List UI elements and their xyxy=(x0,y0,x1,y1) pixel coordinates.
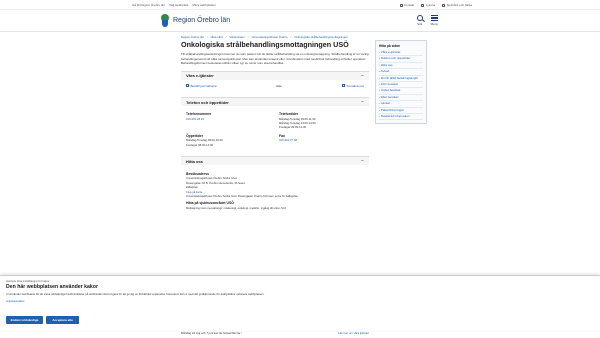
breadcrumb-separator: / xyxy=(206,35,208,39)
show-on-map-link[interactable]: Visa på karta xyxy=(186,190,202,194)
main-content: Onkologiska strålbehandlingsmottagningen… xyxy=(181,40,369,215)
breadcrumb-item[interactable]: Region Örebro län xyxy=(181,35,204,39)
eservices-section: Våra e-tjänster − Beställ journalkopia E… xyxy=(181,70,369,93)
phone-title: Telefon och öppettider xyxy=(186,99,229,105)
necessary-only-button[interactable]: Endast nödvändiga xyxy=(6,316,43,324)
visit-address-line: källarplan xyxy=(186,185,198,190)
collapse-icon: − xyxy=(361,99,364,106)
toc-title: Hitta på sidan xyxy=(379,44,400,48)
find-us-toggle[interactable]: Hitta oss − xyxy=(181,156,369,165)
page-intro: Till strålbehandlingsavdelningen kommer … xyxy=(181,52,369,66)
find-us-body: Besöksadress Universitetssjukhuset Örebr… xyxy=(181,165,369,215)
breadcrumb-item[interactable]: Hitta vård xyxy=(211,35,223,39)
toc-list: › Våra e-tjänster › Telefon och öppettid… xyxy=(379,50,423,121)
find-us-title: Hitta oss xyxy=(186,158,203,164)
header-actions: Sök Meny xyxy=(416,15,438,26)
phone-number-link[interactable]: 019-602 28 22 xyxy=(186,117,204,121)
below-banner-content: Måndag 22 maj och 7 juni kan du fortsatt… xyxy=(181,331,369,335)
utility-link[interactable]: Mina webbplatser xyxy=(192,3,216,7)
eservices-toggle[interactable]: Våra e-tjänster − xyxy=(181,70,369,80)
utility-link[interactable]: Välj webbplats xyxy=(169,3,188,7)
search-label: Sök xyxy=(417,22,423,26)
cookie-settings-heading: Hantera dina inställningar för kakor xyxy=(6,279,50,283)
phone-toggle[interactable]: Telefon och öppettider − xyxy=(181,97,369,106)
toc-item[interactable]: › Relaterad information xyxy=(379,114,423,121)
external-link-icon xyxy=(442,3,446,7)
notice-text: Måndag 22 maj och 7 juni kan du fortsatt… xyxy=(181,331,242,335)
menu-label: Meny xyxy=(430,22,438,26)
crest-icon xyxy=(160,14,170,27)
collapse-icon: − xyxy=(361,158,364,165)
phone-time: Fredagar 09:00-12:00 xyxy=(279,125,307,130)
breadcrumb-item[interactable]: Universitetssjukhuset Örebro xyxy=(252,35,288,39)
contact-us-link[interactable]: Kontakta oss xyxy=(342,84,364,88)
utility-left-links: Gå till Region Örebro län Välj webbplats… xyxy=(132,3,216,7)
or-text: Eller xyxy=(276,83,283,88)
site-header: Region Örebro län Sök Meny xyxy=(0,10,600,32)
eservices-body: Beställ journalkopia Eller Kontakta oss xyxy=(181,79,369,93)
contact-icon xyxy=(399,3,403,7)
visit-address-line: Universitetssjukhuset Örebro Södra Gren … xyxy=(186,194,298,199)
collapse-icon: − xyxy=(361,72,364,79)
breadcrumb-separator: / xyxy=(290,35,292,39)
fax-number-link[interactable]: 019-602 27 08 xyxy=(279,138,297,142)
cookie-text: Vi använder webbkakor för att vissa nödv… xyxy=(6,292,265,296)
menu-button[interactable]: Meny xyxy=(431,15,438,26)
search-button[interactable]: Sök xyxy=(416,15,423,26)
hamburger-icon xyxy=(430,15,438,21)
read-more-link[interactable]: Läs mer om våra tjänster xyxy=(338,331,369,335)
page-toc: Hitta på sidan › Våra e-tjänster › Telef… xyxy=(375,40,427,125)
order-records-link[interactable]: Beställ journalkopia xyxy=(186,84,217,88)
hospital-area-text: Mottagning inom neonatologi, nukleologi,… xyxy=(186,205,287,210)
phone-section: Telefon och öppettider − Telefonnummer 0… xyxy=(181,97,369,152)
search-icon xyxy=(416,15,423,21)
breadcrumb-separator: / xyxy=(247,35,249,39)
customize-cookies-link[interactable]: Anpassa kakor xyxy=(6,299,25,303)
accept-all-button[interactable]: Acceptera alla xyxy=(46,316,79,324)
cookie-title: Den här webbplatsen använder kakor xyxy=(6,284,98,290)
page-title: Onkologiska strålbehandlingsmottagningen… xyxy=(181,40,349,49)
eservices-title: Våra e-tjänster xyxy=(186,73,214,79)
contact-link[interactable]: Kontakt xyxy=(399,3,414,7)
utility-right-links: Kontakt Lyssna Sjukvård och hälsa xyxy=(399,3,472,7)
site-logo[interactable]: Region Örebro län xyxy=(160,14,230,27)
opening-hours: Fredagar 08:00-14:00 xyxy=(186,142,214,147)
speaker-icon xyxy=(421,3,425,7)
health-link[interactable]: Sjukvård och hälsa xyxy=(442,3,472,7)
breadcrumb: Region Örebro län / Hitta vård / Vårdenhet… xyxy=(181,35,348,39)
external-link-icon xyxy=(342,84,346,88)
logo-text: Region Örebro län xyxy=(173,17,231,24)
phone-body: Telefonnummer 019-602 28 22 Telefontider… xyxy=(181,106,369,152)
listen-link[interactable]: Lyssna xyxy=(421,3,435,7)
cookie-banner: Hantera dina inställningar för kakor Den… xyxy=(0,275,600,331)
utility-bar: Gå till Region Örebro län Välj webbplats… xyxy=(0,0,600,10)
breadcrumb-separator: / xyxy=(225,35,227,39)
breadcrumb-item[interactable]: Onkologiska strålbehandlingsmottagningen xyxy=(294,35,348,39)
external-link-icon xyxy=(186,84,189,88)
breadcrumb-item[interactable]: Vårdenheter xyxy=(229,35,244,39)
utility-link[interactable]: Gå till Region Örebro län xyxy=(132,3,165,7)
find-us-section: Hitta oss − Besöksadress Universitetssju… xyxy=(181,156,369,215)
